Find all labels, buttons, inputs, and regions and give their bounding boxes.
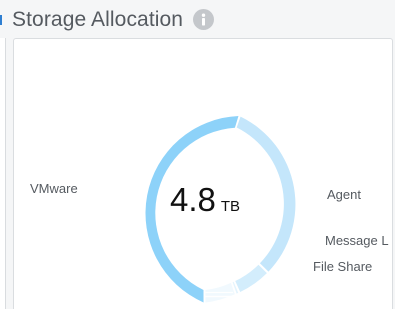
total-storage-number: 4.8 xyxy=(169,181,216,218)
storage-allocation-widget: Storage Allocation 4.8 TB VMware Agent Me… xyxy=(0,0,395,309)
left-adjacent-panel-edge xyxy=(0,38,6,309)
label-agent: Agent xyxy=(327,187,361,202)
label-file-share: File Share xyxy=(313,259,373,274)
info-icon[interactable] xyxy=(193,9,214,30)
label-message: Message L xyxy=(325,233,389,248)
info-icon-glyph xyxy=(201,13,206,26)
page-title: Storage Allocation xyxy=(12,8,184,31)
label-vmware: VMware xyxy=(30,181,78,196)
total-storage-value: 4.8 TB xyxy=(150,180,260,220)
left-accent-tick xyxy=(0,15,2,25)
total-storage-unit: TB xyxy=(220,198,241,215)
